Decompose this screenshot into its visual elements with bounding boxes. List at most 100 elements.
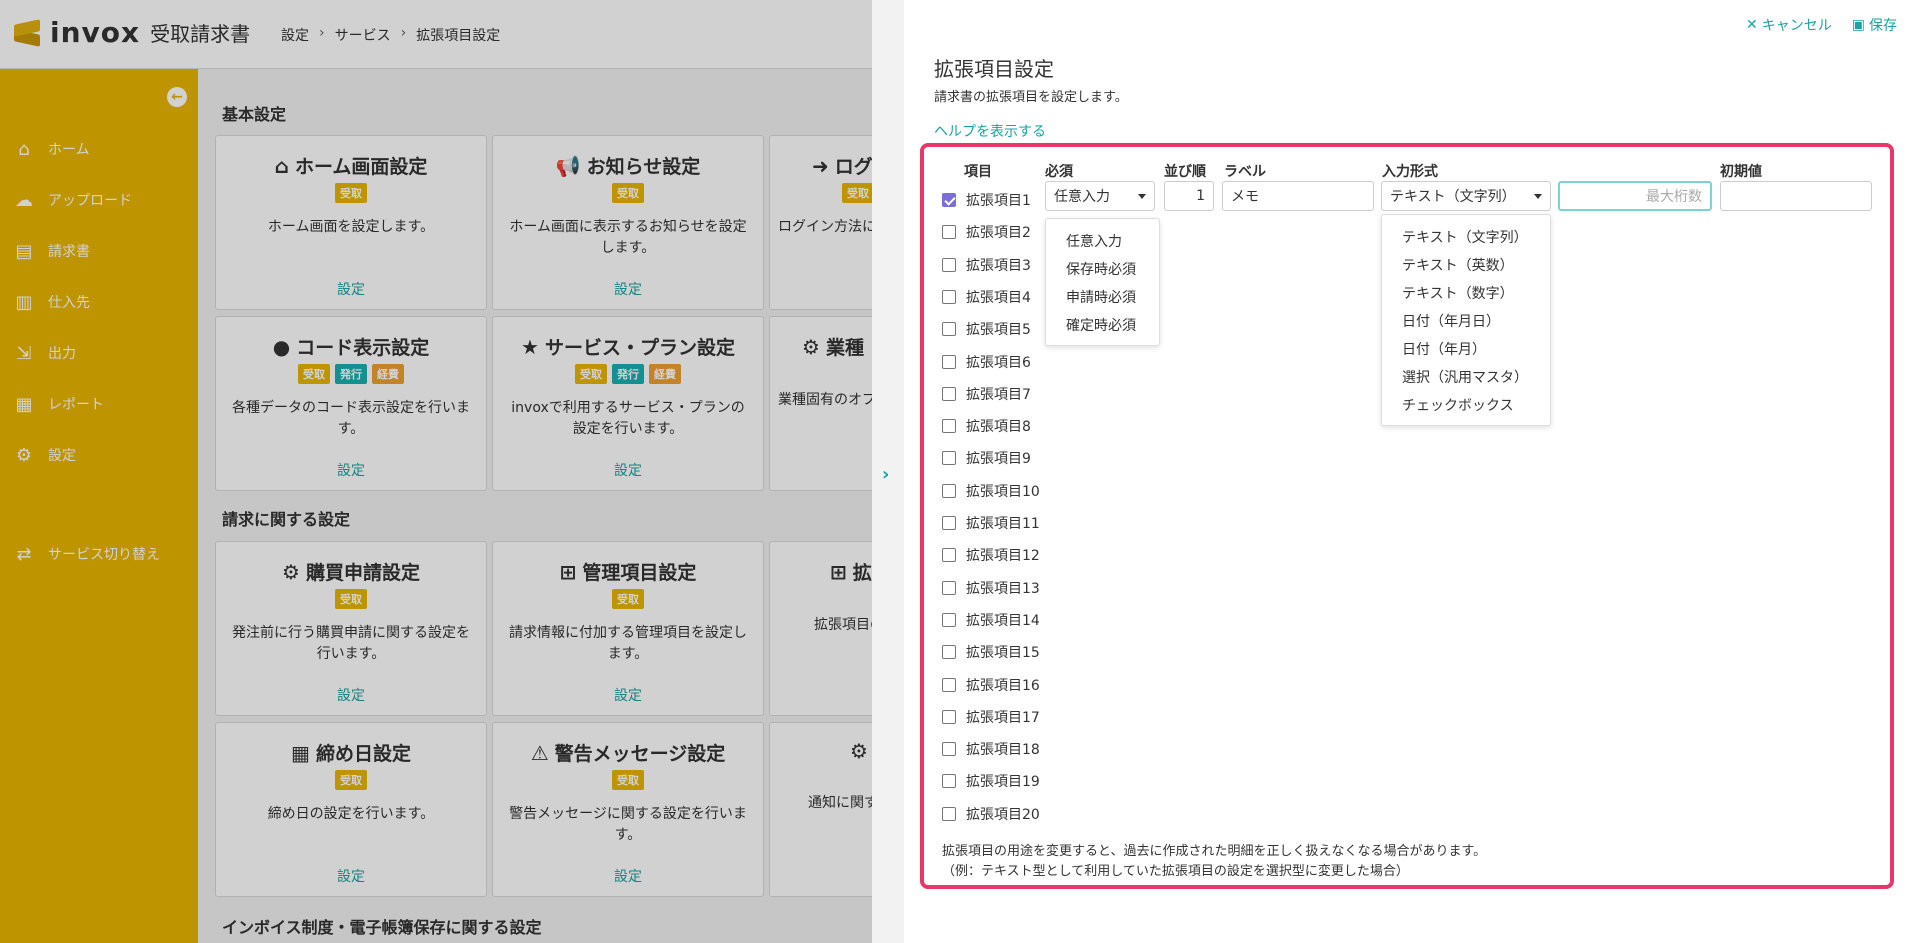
label-input[interactable]: メモ (1222, 181, 1374, 211)
extension-item-label: 拡張項目17 (966, 710, 1040, 726)
required-option[interactable]: 任意入力 (1066, 231, 1122, 251)
column-header-order: 並び順 (1164, 164, 1206, 180)
extension-item-row: 拡張項目18 (942, 739, 1040, 759)
extension-item-label: 拡張項目13 (966, 581, 1040, 597)
page-description: 請求書の拡張項目を設定します。 (934, 90, 1128, 105)
cancel-button[interactable]: ✕ キャンセル (1746, 15, 1832, 35)
extension-item-row: 拡張項目8 (942, 416, 1031, 436)
input-type-select-value: テキスト（文字列） (1390, 189, 1516, 205)
extension-item-row: 拡張項目5 (942, 319, 1031, 339)
extension-item-label: 拡張項目8 (966, 419, 1031, 435)
extension-item-checkbox[interactable] (942, 355, 956, 369)
column-header-item: 項目 (964, 164, 992, 180)
extension-item-label: 拡張項目7 (966, 387, 1031, 403)
extension-item-checkbox[interactable] (942, 613, 956, 627)
extension-item-row: 拡張項目14 (942, 610, 1040, 630)
input-type-option[interactable]: 日付（年月） (1402, 339, 1486, 359)
extension-item-row: 拡張項目7 (942, 384, 1031, 404)
column-header-input-type: 入力形式 (1382, 164, 1438, 180)
close-icon: ✕ (1746, 17, 1758, 33)
page-title: 拡張項目設定 (934, 57, 1054, 81)
extension-item-checkbox[interactable] (942, 548, 956, 562)
extension-item-row: 拡張項目12 (942, 545, 1040, 565)
warning-note-example: （例：テキスト型として利用していた拡張項目の設定を選択型に変更した場合） (942, 864, 1409, 879)
order-input[interactable]: 1 (1164, 181, 1214, 211)
extension-item-label: 拡張項目18 (966, 742, 1040, 758)
extension-item-checkbox[interactable] (942, 193, 956, 207)
extension-item-checkbox[interactable] (942, 710, 956, 724)
required-select-value: 任意入力 (1054, 189, 1110, 205)
extension-item-row: 拡張項目4 (942, 287, 1031, 307)
extension-settings-drawer: ✕ キャンセル ▣ 保存 拡張項目設定 請求書の拡張項目を設定します。 ヘルプを表示… (904, 0, 1917, 943)
caret-down-icon (1138, 194, 1146, 199)
extension-item-checkbox[interactable] (942, 774, 956, 788)
required-option[interactable]: 申請時必須 (1066, 287, 1136, 307)
cancel-label: キャンセル (1761, 18, 1832, 34)
extension-item-row: 拡張項目13 (942, 578, 1040, 598)
extension-item-checkbox[interactable] (942, 322, 956, 336)
required-option[interactable]: 確定時必須 (1066, 315, 1136, 335)
input-type-option[interactable]: 日付（年月日） (1402, 311, 1500, 331)
column-header-label: ラベル (1224, 164, 1266, 180)
extension-item-label: 拡張項目2 (966, 225, 1031, 241)
column-header-required: 必須 (1045, 164, 1073, 180)
modal-overlay[interactable] (0, 0, 872, 943)
extension-item-label: 拡張項目14 (966, 613, 1040, 629)
extension-item-label: 拡張項目6 (966, 355, 1031, 371)
column-header-initial-value: 初期値 (1720, 164, 1762, 180)
caret-down-icon (1534, 194, 1542, 199)
show-help-link[interactable]: ヘルプを表示する (934, 121, 1046, 141)
required-dropdown: 任意入力 保存時必須 申請時必須 確定時必須 (1045, 218, 1160, 346)
extension-item-label: 拡張項目10 (966, 484, 1040, 500)
extension-item-checkbox[interactable] (942, 290, 956, 304)
input-type-select[interactable]: テキスト（文字列） (1381, 181, 1551, 211)
extension-item-row: 拡張項目19 (942, 771, 1040, 791)
save-label: 保存 (1869, 18, 1897, 34)
extension-item-checkbox[interactable] (942, 678, 956, 692)
extension-items-panel: 項目 必須 並び順 ラベル 入力形式 初期値 拡張項目1 拡張項目2 拡張項目3 拡張… (920, 143, 1894, 889)
required-select[interactable]: 任意入力 (1045, 181, 1155, 211)
order-input-value: 1 (1196, 188, 1205, 204)
max-digits-placeholder: 最大桁数 (1646, 189, 1702, 205)
extension-item-checkbox[interactable] (942, 807, 956, 821)
chevron-right-icon: › (882, 464, 890, 485)
input-type-option[interactable]: チェックボックス (1402, 395, 1514, 415)
extension-item-row: 拡張項目9 (942, 448, 1031, 468)
drawer-toggle[interactable]: › (872, 0, 904, 943)
initial-value-input[interactable] (1720, 181, 1872, 211)
extension-item-checkbox[interactable] (942, 645, 956, 659)
input-type-option[interactable]: 選択（汎用マスタ） (1402, 367, 1528, 387)
extension-item-label: 拡張項目9 (966, 451, 1031, 467)
extension-item-label: 拡張項目12 (966, 548, 1040, 564)
extension-item-checkbox[interactable] (942, 742, 956, 756)
extension-item-checkbox[interactable] (942, 451, 956, 465)
extension-item-label: 拡張項目11 (966, 516, 1040, 532)
extension-item-row: 拡張項目1 (942, 190, 1031, 210)
extension-item-label: 拡張項目1 (966, 193, 1031, 209)
extension-item-row: 拡張項目20 (942, 804, 1040, 824)
input-type-dropdown: テキスト（文字列） テキスト（英数） テキスト（数字） 日付（年月日） 日付（年… (1381, 214, 1551, 426)
extension-item-checkbox[interactable] (942, 419, 956, 433)
extension-item-label: 拡張項目15 (966, 645, 1040, 661)
drawer-actions: ✕ キャンセル ▣ 保存 (1746, 15, 1897, 35)
extension-item-row: 拡張項目15 (942, 642, 1040, 662)
extension-item-row: 拡張項目10 (942, 481, 1040, 501)
input-type-option[interactable]: テキスト（英数） (1402, 255, 1514, 275)
extension-item-checkbox[interactable] (942, 484, 956, 498)
extension-item-checkbox[interactable] (942, 581, 956, 595)
extension-item-checkbox[interactable] (942, 258, 956, 272)
input-type-option[interactable]: テキスト（文字列） (1402, 227, 1528, 247)
label-input-value: メモ (1231, 189, 1259, 205)
extension-item-label: 拡張項目5 (966, 322, 1031, 338)
extension-item-checkbox[interactable] (942, 387, 956, 401)
extension-item-row: 拡張項目17 (942, 707, 1040, 727)
required-option[interactable]: 保存時必須 (1066, 259, 1136, 279)
extension-item-label: 拡張項目16 (966, 678, 1040, 694)
extension-item-checkbox[interactable] (942, 516, 956, 530)
save-button[interactable]: ▣ 保存 (1852, 15, 1897, 35)
extension-item-checkbox[interactable] (942, 225, 956, 239)
max-digits-input[interactable]: 最大桁数 (1558, 181, 1712, 211)
extension-item-label: 拡張項目3 (966, 258, 1031, 274)
input-type-option[interactable]: テキスト（数字） (1402, 283, 1514, 303)
warning-note: 拡張項目の用途を変更すると、過去に作成された明細を正しく扱えなくなる場合がありま… (942, 844, 1487, 859)
